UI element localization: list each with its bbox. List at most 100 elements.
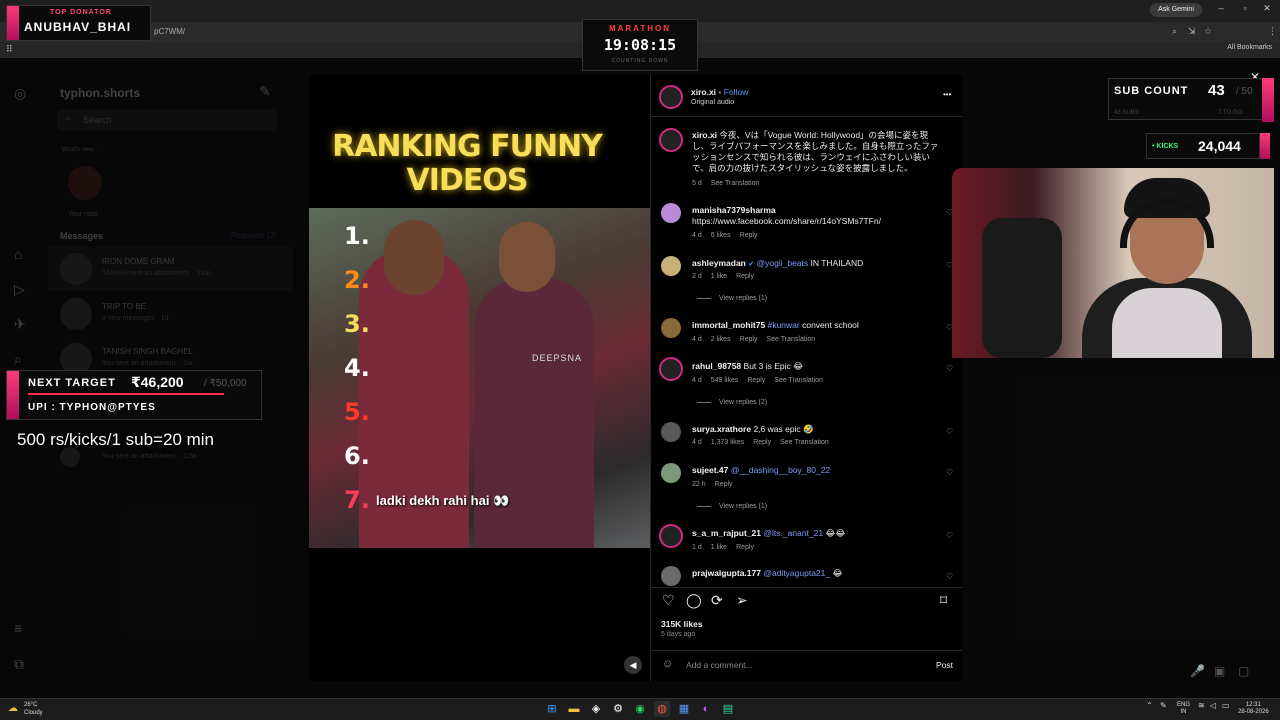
- avatar[interactable]: [661, 256, 681, 276]
- comment: rahul_98758 But 3 is Epic 😂: [692, 361, 804, 371]
- zoom-icon[interactable]: ⌕: [1172, 26, 1177, 37]
- gallery-icon[interactable]: ▣: [1214, 664, 1225, 678]
- see-translation-link[interactable]: See Translation: [711, 180, 760, 187]
- share-icon[interactable]: ➢: [736, 592, 748, 609]
- like-icon[interactable]: ♡: [662, 592, 675, 609]
- more-options-icon[interactable]: •••: [943, 90, 951, 99]
- sub-count-togo: 7 TO GO: [1218, 110, 1243, 116]
- avatar[interactable]: [661, 203, 681, 223]
- avatar[interactable]: [659, 85, 683, 109]
- sub-count-subs: 43 SUBS: [1114, 110, 1139, 116]
- discord-icon[interactable]: ◐: [698, 701, 714, 717]
- weather-widget[interactable]: 26°C Cloudy: [24, 701, 43, 717]
- steam-icon[interactable]: ◈: [588, 701, 604, 717]
- language-indicator[interactable]: ENG IN: [1177, 702, 1190, 716]
- avatar[interactable]: [661, 422, 681, 442]
- volume-icon[interactable]: ◁: [1210, 702, 1216, 710]
- like-comment-icon[interactable]: ♡: [946, 364, 953, 373]
- follow-button[interactable]: Follow: [724, 87, 749, 97]
- mute-button[interactable]: ◀: [624, 656, 642, 674]
- obs-icon[interactable]: ▤: [720, 701, 736, 717]
- battery-icon[interactable]: ▭: [1222, 702, 1230, 710]
- view-replies-link[interactable]: View replies (2): [697, 399, 767, 406]
- add-comment-input[interactable]: Add a comment...: [686, 660, 753, 670]
- maximize-icon[interactable]: ▫: [1238, 3, 1252, 13]
- like-comment-icon[interactable]: ♡: [946, 572, 953, 581]
- reply-link[interactable]: Reply: [736, 273, 754, 280]
- sticker-icon[interactable]: ▢: [1238, 664, 1249, 678]
- like-count[interactable]: 315K likes: [661, 619, 703, 629]
- repost-icon[interactable]: ⟳: [711, 592, 723, 609]
- comment: sujeet.47 @__dashing__boy_80_22: [692, 465, 831, 475]
- marathon-label: MARATHON: [608, 24, 672, 33]
- minimize-icon[interactable]: –: [1214, 3, 1228, 13]
- spotify-icon[interactable]: ◉: [632, 701, 648, 717]
- verified-icon: ✔: [748, 261, 755, 268]
- chevron-up-icon[interactable]: ⌃: [1146, 702, 1153, 710]
- save-icon[interactable]: ⌑: [940, 592, 947, 609]
- close-icon[interactable]: ✕: [1260, 3, 1274, 14]
- next-target-value: ₹46,200: [131, 374, 184, 390]
- post-author[interactable]: xiro.xi: [691, 87, 716, 97]
- comment-icon[interactable]: ◯: [686, 592, 702, 609]
- upi-id: UPI : TYPHON@PTYES: [28, 402, 156, 413]
- view-replies-link[interactable]: View replies (1): [697, 295, 767, 302]
- audio-label[interactable]: Original audio: [691, 99, 734, 106]
- emoji-icon[interactable]: ☺: [662, 658, 673, 670]
- video-caption: ladki dekh rahi hai 👀: [376, 493, 510, 508]
- avatar[interactable]: [661, 463, 681, 483]
- menu-dots-icon[interactable]: ⋮: [1268, 26, 1277, 37]
- clock[interactable]: 12:31 28-08-2026: [1238, 702, 1269, 716]
- like-comment-icon[interactable]: ♡: [946, 531, 953, 540]
- next-target-label: NEXT TARGET: [28, 377, 116, 389]
- comment: s_a_m_rajput_21 @its._anant_21 😂😂: [692, 528, 846, 538]
- see-translation-link[interactable]: See Translation: [780, 439, 829, 446]
- file-explorer-icon[interactable]: ▬: [566, 701, 582, 717]
- sub-count-label: SUB COUNT: [1114, 85, 1189, 97]
- reply-link[interactable]: Reply: [753, 439, 771, 446]
- reply-link[interactable]: Reply: [740, 336, 758, 343]
- next-target-goal: / ₹50,000: [204, 378, 247, 389]
- post-author-row: xiro.xi • Follow: [691, 87, 749, 97]
- view-replies-link[interactable]: View replies (1): [697, 503, 767, 510]
- rank-number: 1.: [344, 222, 370, 250]
- avatar[interactable]: [661, 566, 681, 586]
- person-head: [384, 220, 444, 295]
- reply-link[interactable]: Reply: [740, 232, 758, 239]
- like-comment-icon[interactable]: ♡: [946, 468, 953, 477]
- see-translation-link[interactable]: See Translation: [766, 336, 815, 343]
- app-icon[interactable]: ▦: [676, 701, 692, 717]
- comment-meta: 2 d1 like Reply: [692, 273, 754, 280]
- reply-link[interactable]: Reply: [715, 481, 733, 488]
- reply-link[interactable]: Reply: [747, 377, 765, 384]
- ask-gemini-button[interactable]: Ask Gemini: [1150, 3, 1202, 17]
- settings-icon[interactable]: ⚙: [610, 701, 626, 717]
- bookmark-star-icon[interactable]: ☆: [1204, 26, 1212, 37]
- apps-icon[interactable]: ⠿: [6, 44, 13, 55]
- kicks-value: 24,044: [1198, 138, 1241, 154]
- comment-meta: 4 d 1,373 likes Reply See Translation: [692, 439, 829, 446]
- like-comment-icon[interactable]: ♡: [946, 427, 953, 436]
- post-comment-button[interactable]: Post: [936, 660, 953, 670]
- see-translation-link[interactable]: See Translation: [774, 377, 823, 384]
- avatar[interactable]: [659, 357, 683, 381]
- install-icon[interactable]: ⇲: [1188, 26, 1196, 37]
- pen-icon[interactable]: ✎: [1160, 702, 1167, 710]
- start-icon[interactable]: ⊞: [544, 701, 560, 717]
- all-bookmarks-link[interactable]: All Bookmarks: [1227, 44, 1272, 51]
- avatar[interactable]: [659, 128, 683, 152]
- rank-number: 5.: [344, 398, 370, 426]
- weather-icon[interactable]: ☁: [8, 703, 18, 714]
- avatar[interactable]: [661, 318, 681, 338]
- mic-icon[interactable]: 🎤: [1190, 664, 1205, 678]
- sub-count-goal: / 50: [1236, 86, 1253, 97]
- comment-meta: 4 d 549 likes Reply See Translation: [692, 377, 823, 384]
- avatar[interactable]: [659, 524, 683, 548]
- accent-bar: [1260, 133, 1270, 159]
- chrome-icon[interactable]: ◍: [654, 701, 670, 717]
- wifi-icon[interactable]: ≋: [1198, 702, 1205, 710]
- rank-number: 7.: [344, 486, 370, 514]
- reply-link[interactable]: Reply: [736, 544, 754, 551]
- comment-meta: 22 h Reply: [692, 481, 733, 488]
- webcam-feed: [952, 168, 1274, 358]
